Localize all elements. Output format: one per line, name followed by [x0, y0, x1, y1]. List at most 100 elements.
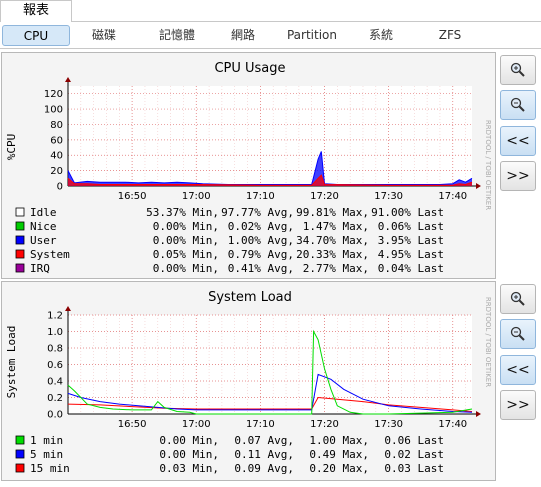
- cpu-back-button[interactable]: <<: [500, 126, 536, 156]
- subtab-disk[interactable]: 磁碟: [76, 25, 132, 46]
- y-tick-label: 100: [44, 105, 63, 116]
- load-y-axis-label: System Load: [5, 326, 18, 399]
- legend-swatch: [15, 249, 25, 259]
- legend-text: 0.05% Min,: [153, 248, 219, 261]
- plot-area: [68, 86, 472, 186]
- x-tick-label: 17:20: [310, 191, 339, 202]
- legend-text: 0.03 Min,: [159, 462, 219, 475]
- legend-swatch: [15, 435, 25, 445]
- subtab-memory[interactable]: 記憶體: [145, 25, 209, 46]
- cpu-zoom-in-button[interactable]: [500, 55, 536, 85]
- subtab-zfs[interactable]: ZFS: [420, 25, 480, 46]
- legend-text: User: [30, 234, 57, 247]
- y-tick-label: 60: [50, 135, 63, 146]
- legend-text: 1.47% Max,: [303, 220, 369, 233]
- load-back-button[interactable]: <<: [500, 355, 536, 385]
- y-tick-label: 1.2: [47, 311, 63, 322]
- legend-text: 34.70% Max,: [296, 234, 369, 247]
- system-load-chart: System Load System Load RRDTOOL / TOBI O…: [5, 290, 492, 475]
- legend-text: 0.49 Max,: [309, 448, 369, 461]
- cpu-chart-title: CPU Usage: [214, 61, 285, 76]
- legend-swatch: [15, 207, 25, 217]
- legend-text: 1.00% Avg,: [228, 234, 294, 247]
- legend-text: 0.00% Min,: [153, 262, 219, 275]
- y-tick-label: 0.2: [47, 393, 63, 404]
- legend-text: 53.37% Min,: [146, 206, 219, 219]
- load-zoom-in-button[interactable]: [500, 284, 536, 314]
- y-tick-label: 120: [44, 89, 63, 100]
- x-tick-label: 17:00: [182, 419, 211, 430]
- zoom-out-icon: [510, 326, 525, 341]
- y-tick-label: 0.4: [47, 377, 63, 388]
- rrdtool-watermark: RRDTOOL / TOBI OETIKER: [484, 297, 492, 387]
- cpu-forward-button[interactable]: >>: [500, 161, 536, 191]
- legend-text: 0.00 Min,: [159, 434, 219, 447]
- x-tick-label: 17:00: [182, 191, 211, 202]
- legend-text: 0.00% Min,: [153, 220, 219, 233]
- legend-swatch: [15, 221, 25, 231]
- x-tick-label: 17:20: [310, 419, 339, 430]
- tab-reports[interactable]: 報表: [0, 0, 72, 22]
- legend-text: 0.02 Last: [384, 448, 444, 461]
- legend-text: IRQ: [30, 262, 50, 275]
- cpu-zoom-out-button[interactable]: [500, 90, 536, 120]
- legend-swatch: [15, 449, 25, 459]
- x-tick-label: 17:30: [374, 419, 403, 430]
- legend-text: 20.33% Max,: [296, 248, 369, 261]
- x-tick-label: 17:30: [374, 191, 403, 202]
- y-tick-label: 80: [50, 120, 63, 131]
- load-chart-title: System Load: [208, 290, 292, 305]
- y-tick-label: 1.0: [47, 327, 63, 338]
- legend-text: 1 min: [30, 434, 63, 447]
- legend-text: 1.00 Max,: [309, 434, 369, 447]
- load-forward-button[interactable]: >>: [500, 390, 536, 420]
- legend-swatch: [15, 463, 25, 473]
- load-zoom-out-button[interactable]: [500, 319, 536, 349]
- x-tick-label: 17:40: [438, 191, 467, 202]
- x-axis-arrow: [476, 183, 481, 189]
- legend-text: 0.11 Avg,: [234, 448, 294, 461]
- y-axis-arrow: [65, 306, 71, 311]
- legend-text: System: [30, 248, 70, 261]
- legend-text: 0.00% Min,: [153, 234, 219, 247]
- subtab-bar: CPU 磁碟 記憶體 網路 Partition 系統 ZFS: [0, 22, 541, 49]
- legend-text: 99.81% Max,: [296, 206, 369, 219]
- legend-swatch: [15, 235, 25, 245]
- subtab-system[interactable]: 系統: [355, 25, 407, 46]
- y-tick-label: 40: [50, 151, 63, 162]
- legend-text: 0.00 Min,: [159, 448, 219, 461]
- y-tick-label: 0.6: [47, 360, 63, 371]
- legend-text: 91.00% Last: [371, 206, 444, 219]
- x-tick-label: 16:50: [118, 419, 147, 430]
- y-tick-label: 20: [50, 166, 63, 177]
- y-tick-label: 0.0: [47, 410, 63, 421]
- legend-text: Nice: [30, 220, 57, 233]
- subtab-partition[interactable]: Partition: [278, 25, 346, 46]
- zoom-out-icon: [510, 97, 525, 112]
- legend-text: 0.20 Max,: [309, 462, 369, 475]
- rrdtool-watermark: RRDTOOL / TOBI OETIKER: [484, 120, 492, 210]
- x-tick-label: 17:10: [246, 419, 275, 430]
- legend-text: 2.77% Max,: [303, 262, 369, 275]
- subtab-cpu[interactable]: CPU: [2, 25, 70, 46]
- y-axis-arrow: [65, 77, 71, 82]
- cpu-y-axis-label: %CPU: [5, 134, 18, 161]
- x-tick-label: 17:40: [438, 419, 467, 430]
- x-tick-label: 17:10: [246, 191, 275, 202]
- x-axis-arrow: [476, 411, 481, 417]
- legend-text: 5 min: [30, 448, 63, 461]
- legend-text: 0.03 Last: [384, 462, 444, 475]
- zoom-in-icon: [510, 291, 525, 306]
- y-tick-label: 0.8: [47, 344, 63, 355]
- zoom-in-icon: [510, 62, 525, 77]
- legend-text: 4.95% Last: [378, 248, 444, 261]
- legend-text: 0.02% Avg,: [228, 220, 294, 233]
- legend-text: 0.07 Avg,: [234, 434, 294, 447]
- x-tick-label: 16:50: [118, 191, 147, 202]
- legend-text: 0.04% Last: [378, 262, 444, 275]
- subtab-network[interactable]: 網路: [218, 25, 268, 46]
- legend-text: 0.06 Last: [384, 434, 444, 447]
- y-tick-label: 0: [57, 182, 63, 193]
- cpu-usage-graph: CPU Usage %CPU RRDTOOL / TOBI OETIKER 16…: [1, 52, 496, 279]
- legend-text: 0.06% Last: [378, 220, 444, 233]
